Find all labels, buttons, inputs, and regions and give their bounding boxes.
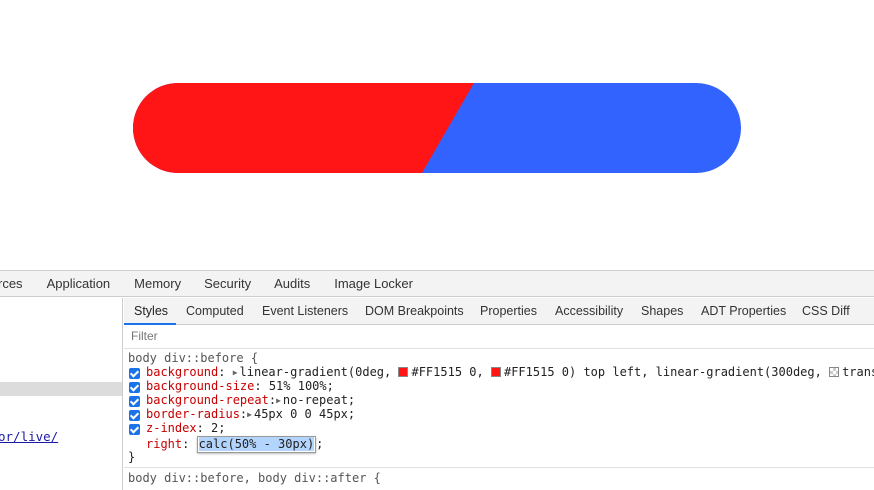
expand-triangle-icon[interactable]: ▶ — [276, 394, 281, 408]
rule-selector[interactable]: body div::before { — [128, 351, 258, 365]
prop-value: no-repeat; — [282, 393, 356, 407]
gradient-pill — [133, 83, 741, 173]
styles-sidebar: Styles Computed Event Listeners DOM Brea… — [124, 298, 874, 490]
prop-name: background — [146, 365, 219, 379]
expand-triangle-icon[interactable]: ▶ — [233, 366, 238, 380]
tab-properties[interactable]: Properties — [480, 298, 537, 325]
transparent-swatch[interactable] — [829, 367, 840, 377]
toggle-background-size-checkbox[interactable] — [129, 382, 140, 393]
tab-audits[interactable]: Audits — [274, 271, 310, 297]
selector-text: body div::before { — [128, 351, 259, 365]
prop-name: right — [146, 437, 183, 451]
tab-memory[interactable]: Memory — [134, 271, 181, 297]
prop-name: z-index — [146, 421, 197, 435]
devtools-panel: rces Application Memory Security Audits … — [0, 270, 874, 490]
decl-background[interactable]: background: ▶ linear-gradient(0deg, #FF15… — [146, 365, 874, 379]
selector-text: body div::before, body div::after { — [128, 471, 381, 485]
color-swatch[interactable] — [490, 367, 501, 377]
filter-input[interactable] — [131, 329, 431, 343]
tab-security[interactable]: Security — [204, 271, 251, 297]
gradient-pill-graphic — [133, 83, 741, 173]
tab-css-diff[interactable]: CSS Diff — [802, 298, 850, 325]
rule-divider — [124, 467, 874, 468]
value-editor[interactable]: calc(50% - 30px) — [196, 436, 317, 453]
tab-dom-breakpoints[interactable]: DOM Breakpoints — [365, 298, 464, 325]
rule2-selector[interactable]: body div::before, body div::after { — [128, 471, 381, 485]
tab-image-locker[interactable]: Image Locker — [334, 271, 413, 297]
decl-right[interactable]: right: calc(50% - 30px); — [146, 436, 323, 453]
sidebar-tabs: Styles Computed Event Listeners DOM Brea… — [124, 298, 874, 325]
pill-red-part — [133, 83, 474, 173]
prop-name: background-size — [146, 379, 255, 393]
tab-accessibility[interactable]: Accessibility — [555, 298, 623, 325]
decl-z-index[interactable]: z-index: 2; — [146, 421, 225, 435]
toggle-background-repeat-checkbox[interactable] — [129, 396, 140, 407]
page-preview — [0, 0, 874, 270]
filter-bar — [124, 325, 874, 349]
toggle-background-checkbox[interactable] — [129, 368, 140, 379]
tab-shapes[interactable]: Shapes — [641, 298, 683, 325]
devtools-main-tabs: rces Application Memory Security Audits … — [0, 271, 874, 297]
prop-value: 2; — [211, 421, 226, 435]
prop-name: border-radius — [146, 407, 240, 421]
tree-link[interactable]: or/live/ — [0, 429, 58, 444]
tab-sources[interactable]: rces — [0, 271, 23, 297]
color-swatch[interactable] — [398, 367, 409, 377]
tab-styles[interactable]: Styles — [134, 298, 168, 325]
tab-computed[interactable]: Computed — [186, 298, 244, 325]
prop-value: 51% 100%; — [268, 379, 334, 393]
decl-background-size[interactable]: background-size: 51% 100%; — [146, 379, 334, 393]
decl-border-radius[interactable]: border-radius:▶ 45px 0 0 45px; — [146, 407, 355, 421]
tab-event-listeners[interactable]: Event Listeners — [262, 298, 348, 325]
prop-value: 45px 0 0 45px; — [253, 407, 356, 421]
selected-value-text[interactable]: calc(50% - 30px) — [198, 437, 315, 451]
tab-application[interactable]: Application — [47, 271, 111, 297]
selected-node-row[interactable] — [0, 382, 122, 396]
tab-adt-properties[interactable]: ADT Properties — [701, 298, 786, 325]
elements-tree-pane: or/live/ — [0, 298, 123, 490]
rule-close-brace: } — [128, 450, 136, 464]
toggle-border-radius-checkbox[interactable] — [129, 410, 140, 421]
expand-triangle-icon[interactable]: ▶ — [247, 408, 252, 422]
decl-background-repeat[interactable]: background-repeat:▶ no-repeat; — [146, 393, 355, 407]
prop-name: background-repeat — [146, 393, 269, 407]
toggle-z-index-checkbox[interactable] — [129, 424, 140, 435]
